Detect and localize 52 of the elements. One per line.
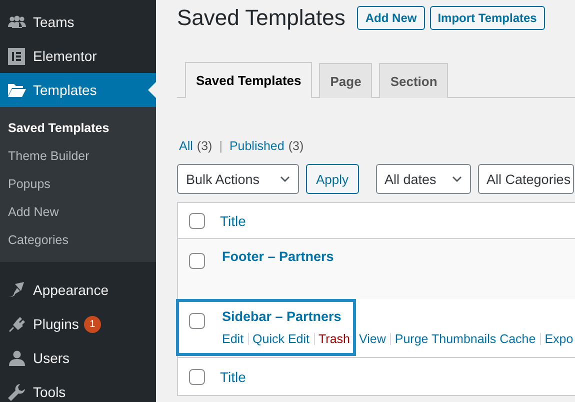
menu-item[interactable]: Templates	[0, 73, 156, 107]
wrench-icon	[8, 384, 25, 400]
select-all-checkbox[interactable]	[189, 368, 205, 384]
menu-item[interactable]: Plugins 1	[0, 307, 156, 341]
count-label: (3)	[196, 139, 212, 153]
filter-link[interactable]: Published	[229, 139, 284, 153]
row-checkbox[interactable]	[189, 313, 205, 329]
submenu-item[interactable]: Add New	[0, 198, 156, 226]
chevron-down-icon	[280, 176, 290, 182]
current-pointer	[148, 82, 156, 98]
template-title-link[interactable]: Footer – Partners	[222, 249, 334, 264]
update-count-badge: 1	[84, 316, 101, 332]
apply-button[interactable]: Apply	[306, 164, 359, 194]
chevron-down-icon	[452, 176, 462, 182]
menu-item[interactable]: Appearance	[0, 273, 156, 307]
row-action-link[interactable]: Trash	[318, 332, 350, 346]
paintbrush-icon	[8, 282, 26, 298]
filter-dropdown[interactable]: All Categories	[478, 164, 574, 194]
page-title: Saved Templates	[177, 5, 346, 31]
bulk-actions-dropdown[interactable]: Bulk Actions	[177, 164, 299, 194]
count-label: (3)	[288, 139, 304, 153]
column-header[interactable]: Title	[220, 368, 246, 384]
folder-icon	[8, 83, 26, 97]
submenu-item[interactable]: Categories	[0, 226, 156, 254]
tab[interactable]: Saved Templates	[185, 62, 312, 98]
template-title-link[interactable]: Sidebar – Partners	[222, 309, 574, 324]
filter-dropdown[interactable]: All dates	[376, 164, 471, 194]
row-action-link[interactable]: Quick Edit	[252, 332, 310, 346]
menu-item[interactable]: Elementor	[0, 39, 156, 73]
submenu-item[interactable]: Popups	[0, 170, 156, 198]
submenu-item[interactable]: Saved Templates	[0, 114, 156, 142]
row-action-link[interactable]: Edit	[222, 332, 244, 346]
row-action-link[interactable]: Purge Thumbnails Cache	[394, 332, 536, 346]
row-checkbox[interactable]	[189, 253, 205, 269]
row-action-link[interactable]: View	[359, 332, 386, 346]
tab[interactable]: Section	[379, 63, 448, 98]
header-button[interactable]: Add New	[357, 6, 425, 30]
user-icon	[8, 350, 24, 366]
tab[interactable]: Page	[319, 63, 372, 98]
filter-link[interactable]: All	[179, 139, 193, 153]
row-action-link[interactable]: Expo	[544, 332, 574, 346]
menu-item[interactable]: Teams	[0, 5, 156, 39]
header-button[interactable]: Import Templates	[430, 6, 545, 30]
select-all-checkbox[interactable]	[189, 212, 205, 228]
column-header[interactable]: Title	[220, 212, 246, 228]
submenu-item[interactable]: Theme Builder	[0, 142, 156, 170]
people-icon	[8, 15, 26, 29]
menu-item[interactable]: Users	[0, 341, 156, 375]
plug-icon	[8, 316, 26, 332]
separator: |	[219, 139, 222, 153]
menu-item[interactable]: Tools	[0, 375, 156, 402]
elementor-square-icon	[8, 48, 25, 64]
